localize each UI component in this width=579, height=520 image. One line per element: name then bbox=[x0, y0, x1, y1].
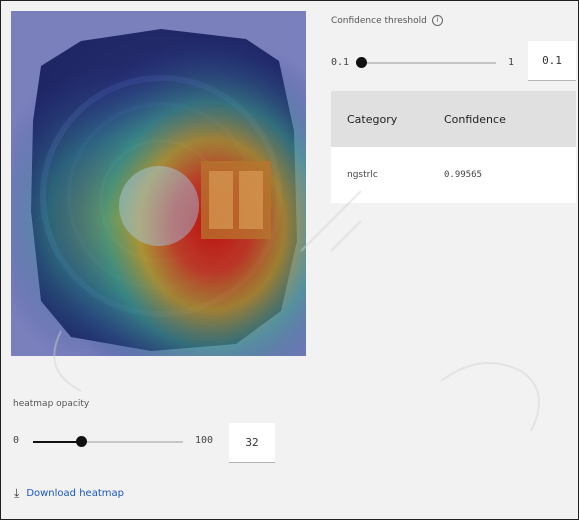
column-header-category: Category bbox=[331, 91, 443, 147]
opacity-slider-handle[interactable] bbox=[76, 436, 87, 447]
info-icon[interactable]: i bbox=[431, 15, 443, 26]
download-heatmap-link[interactable]: ⤓ Download heatmap bbox=[14, 487, 124, 499]
threshold-slider-min: 0.1 bbox=[331, 57, 350, 68]
app-frame: heatmap opacity 0 100 ⤓ Download heatmap… bbox=[0, 0, 579, 520]
heatmap-opacity-label: heatmap opacity bbox=[13, 399, 90, 409]
threshold-value-input[interactable] bbox=[528, 41, 576, 81]
confidence-threshold-label: Confidence threshold i bbox=[331, 15, 443, 26]
opacity-value-input[interactable] bbox=[229, 423, 275, 463]
opacity-slider-max: 100 bbox=[195, 435, 214, 446]
results-table: Category Confidence ngstrlc 0.99565 bbox=[331, 91, 576, 203]
confidence-threshold-text: Confidence threshold bbox=[331, 15, 427, 26]
table-header-row: Category Confidence bbox=[331, 91, 576, 147]
threshold-slider-max: 1 bbox=[508, 57, 515, 68]
download-icon: ⤓ bbox=[14, 486, 20, 500]
threshold-slider-handle[interactable] bbox=[356, 57, 367, 68]
column-header-confidence: Confidence bbox=[443, 91, 576, 147]
download-heatmap-label: Download heatmap bbox=[26, 487, 124, 499]
opacity-slider-min: 0 bbox=[13, 435, 20, 446]
threshold-slider-track[interactable] bbox=[361, 62, 496, 64]
opacity-slider-fill bbox=[33, 441, 81, 443]
confidence-cell: 0.99565 bbox=[443, 147, 576, 203]
table-row: ngstrlc 0.99565 bbox=[331, 147, 576, 203]
heatmap-image bbox=[11, 11, 306, 356]
category-cell: ngstrlc bbox=[331, 147, 443, 203]
